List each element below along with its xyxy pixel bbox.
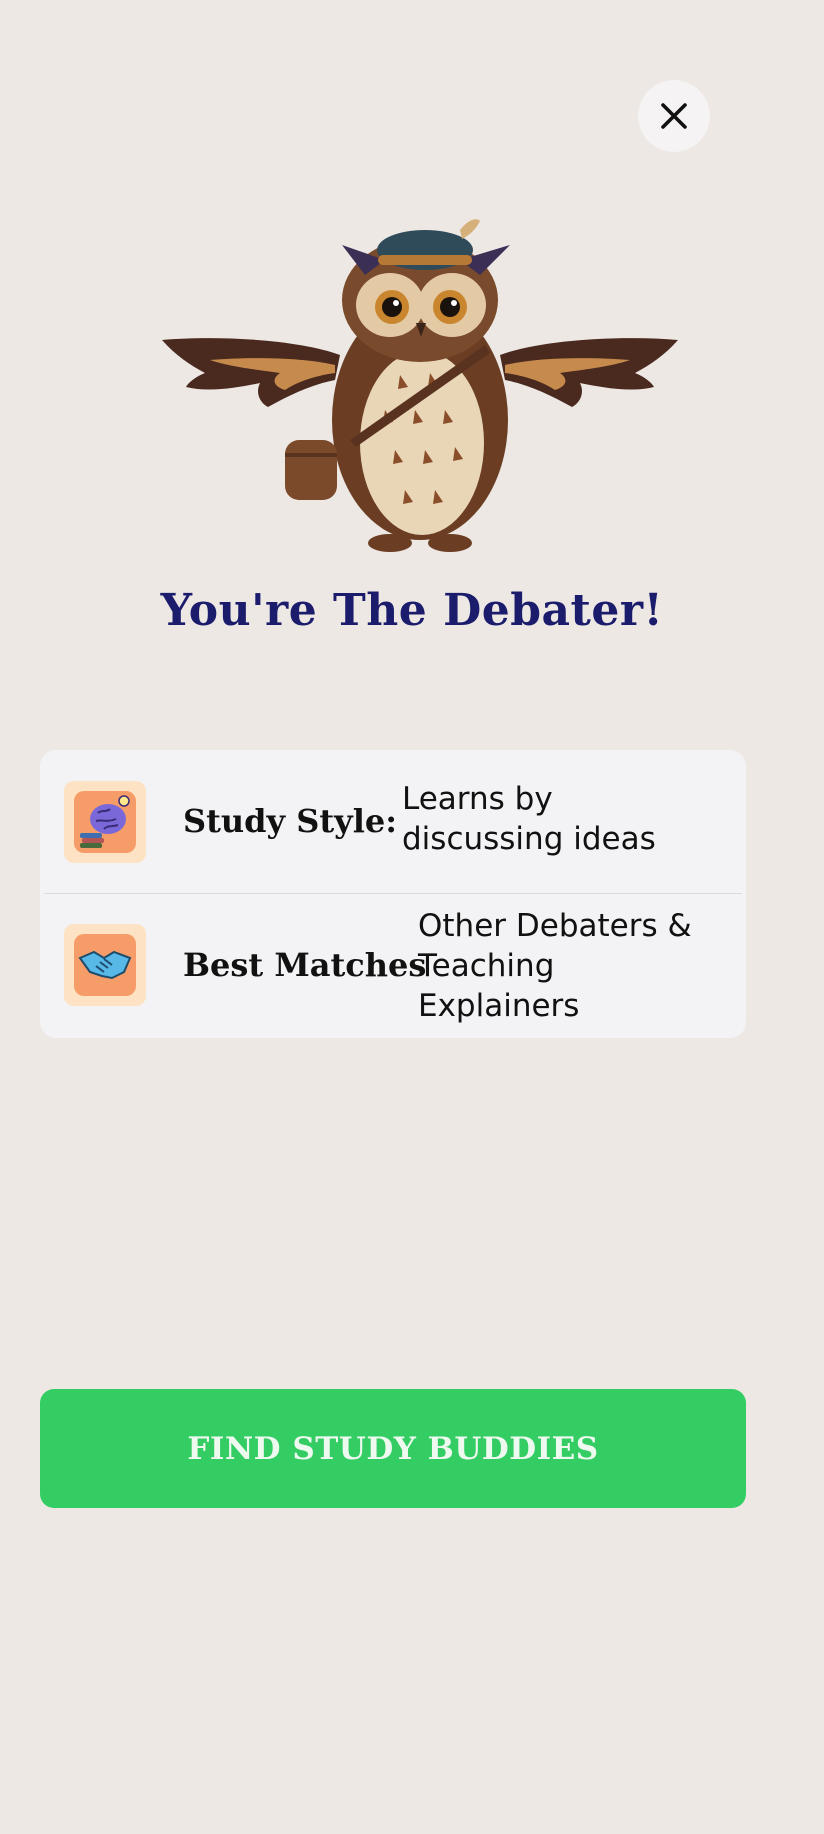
handshake-icon bbox=[74, 934, 136, 996]
brain-books-icon bbox=[74, 791, 136, 853]
best-matches-icon-box bbox=[64, 924, 146, 1006]
best-matches-label: Best Matches bbox=[183, 946, 427, 984]
best-matches-value: Other Debaters & Teaching Explainers bbox=[418, 908, 692, 1024]
find-study-buddies-button[interactable]: FIND STUDY BUDDIES bbox=[40, 1389, 746, 1508]
study-style-value: Learns by discussing ideas bbox=[402, 781, 656, 857]
study-style-label: Study Style: bbox=[183, 802, 398, 840]
close-icon bbox=[661, 103, 687, 129]
result-title: You're The Debater! bbox=[160, 585, 664, 636]
profile-card: Study Style: Learns by discussing ideas … bbox=[40, 750, 746, 1038]
row-divider bbox=[44, 893, 742, 894]
close-button[interactable] bbox=[638, 80, 710, 152]
owl-mascot bbox=[162, 219, 678, 552]
study-style-icon-box bbox=[64, 781, 146, 863]
